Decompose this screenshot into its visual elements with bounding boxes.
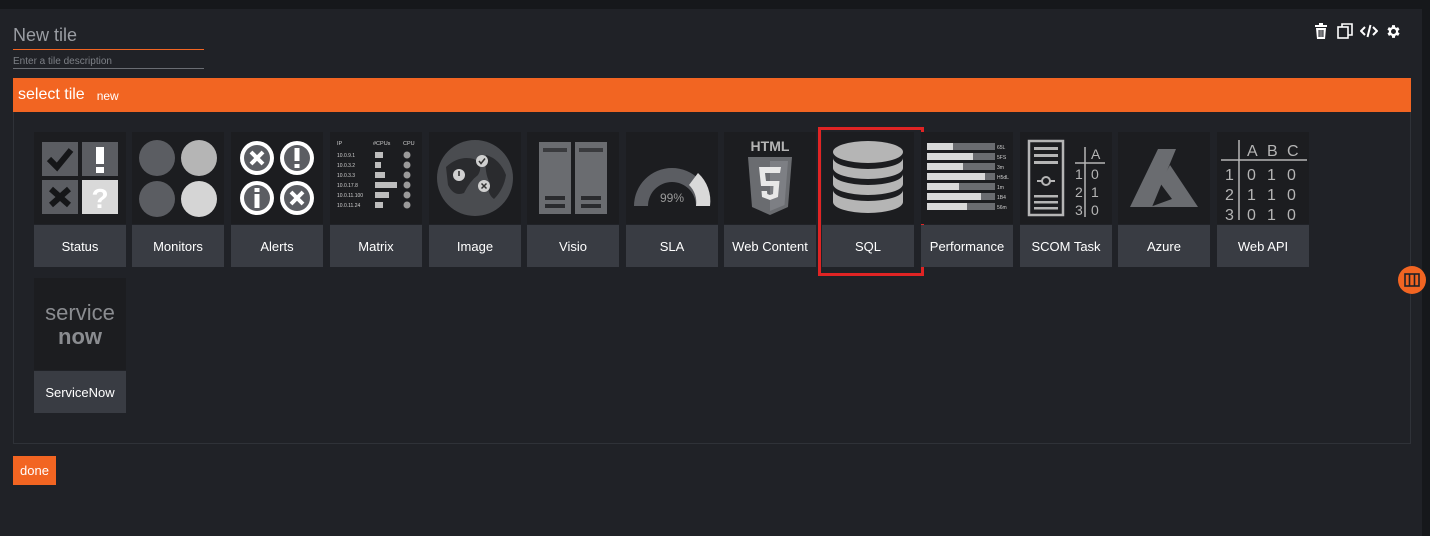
database-icon [822,132,914,224]
image-icon [429,132,521,224]
tile-visio[interactable]: Visio [527,132,619,268]
scom-text: 3 [1075,202,1083,218]
tile-label: ServiceNow [34,371,126,413]
scom-text: 1 [1075,166,1083,182]
matrix-header: IP [337,141,343,147]
tile-alerts[interactable]: Alerts [231,132,323,268]
tile-servicenow[interactable]: service now ServiceNow [34,278,126,414]
tile-label: Status [34,225,126,267]
svg-text:?: ? [91,183,108,214]
tile-scom-task[interactable]: A 1 0 2 1 3 0 SCOM Task [1020,132,1112,268]
code-icon[interactable] [1360,22,1378,40]
tile-web-content[interactable]: HTML Web Content [724,132,816,268]
tile-sla[interactable]: 99% SLA [626,132,718,268]
tile-label: Monitors [132,225,224,267]
tile-label: Alerts [231,225,323,267]
scom-text: 2 [1075,184,1083,200]
tile-label: Azure [1118,225,1210,267]
tile-matrix[interactable]: IP #CPUs CPU 10.0.9.1 10.0.3.2 10.0.3.3 … [330,132,422,268]
matrix-row: 10.0.11.24 [337,203,360,209]
tile-label: Web API [1217,225,1309,267]
performance-bars-icon: 65L 5FS 3m H5dL 1m 1B4 56m [921,132,1013,224]
gear-icon[interactable] [1384,22,1402,40]
servicenow-logo: service now [34,278,126,370]
visio-icon [527,132,619,224]
matrix-row: 10.0.17.8 [337,183,358,189]
header-title: select tile [18,86,85,103]
html5-icon: HTML [724,132,816,224]
api-cell: 1 [1225,167,1234,184]
matrix-row: 10.0.3.3 [337,173,355,179]
api-cell: 1 [1247,187,1256,204]
logo-line: service [45,300,115,325]
tile-label: SCOM Task [1020,225,1112,267]
done-button[interactable]: done [13,456,56,485]
tile-image[interactable]: Image [429,132,521,268]
api-header: B [1267,143,1278,160]
tile-performance[interactable]: 65L 5FS 3m H5dL 1m 1B4 56m Performance [921,132,1013,268]
perf-label: 3m [997,165,1004,171]
alerts-icon [231,132,323,224]
scom-text: 0 [1091,202,1099,218]
duplicate-icon[interactable] [1336,22,1354,40]
tile-monitors[interactable]: Monitors [132,132,224,268]
api-cell: 2 [1225,187,1234,204]
perf-label: H5dL [997,175,1009,181]
api-cell: 0 [1247,167,1256,184]
tile-label: Visio [527,225,619,267]
perf-label: 56m [997,205,1007,211]
scom-text: A [1091,146,1101,162]
matrix-row: 10.0.3.2 [337,163,355,169]
api-cell: 3 [1225,207,1234,220]
trash-icon[interactable] [1312,22,1330,40]
api-cell: 1 [1267,167,1276,184]
sla-value: 99% [660,191,684,205]
tile-label: Matrix [330,225,422,267]
tile-description-input[interactable] [13,54,204,69]
web-api-table-icon: A B C 1 0 1 0 2 1 1 0 3 0 1 0 [1217,132,1309,224]
select-tile-header: select tile new [13,78,1411,112]
api-cell: 1 [1267,187,1276,204]
html-text: HTML [751,138,790,154]
matrix-header: #CPUs [373,141,391,147]
tile-sql[interactable]: SQL [818,127,924,276]
tile-label: SLA [626,225,718,267]
matrix-row: 10.0.9.1 [337,153,355,159]
perf-label: 5FS [997,155,1007,161]
api-cell: 0 [1287,207,1296,220]
api-cell: 1 [1267,207,1276,220]
window-edge [1422,0,1430,536]
matrix-row: 10.0.11.100 [337,193,363,199]
perf-label: 1m [997,185,1004,191]
scom-task-icon: A 1 0 2 1 3 0 [1020,132,1112,224]
api-cell: 0 [1287,167,1296,184]
tile-title-input[interactable] [13,22,204,50]
api-header: A [1247,143,1258,160]
new-link[interactable]: new [97,89,119,103]
toolbar [1312,21,1402,41]
tile-label: SQL [822,225,914,267]
api-header: C [1287,143,1299,160]
matrix-header: CPU [403,141,415,147]
tile-label: Performance [921,225,1013,267]
perf-label: 1B4 [997,195,1006,201]
status-icon: ? [34,132,126,224]
perf-label: 65L [997,145,1006,151]
tile-azure[interactable]: Azure [1118,132,1210,268]
sla-gauge-icon: 99% [626,132,718,224]
tile-status[interactable]: ? Status [34,132,126,268]
tile-label: Web Content [724,225,816,267]
azure-icon [1118,132,1210,224]
monitors-icon [132,132,224,224]
columns-icon [1404,273,1420,287]
api-cell: 0 [1247,207,1256,220]
api-cell: 0 [1287,187,1296,204]
tile-label: Image [429,225,521,267]
matrix-icon: IP #CPUs CPU 10.0.9.1 10.0.3.2 10.0.3.3 … [330,132,422,224]
side-panel-toggle[interactable] [1398,266,1426,294]
scom-text: 0 [1091,166,1099,182]
tile-web-api[interactable]: A B C 1 0 1 0 2 1 1 0 3 0 1 0 Web API [1217,132,1309,268]
logo-line: now [58,324,103,349]
scom-text: 1 [1091,184,1099,200]
